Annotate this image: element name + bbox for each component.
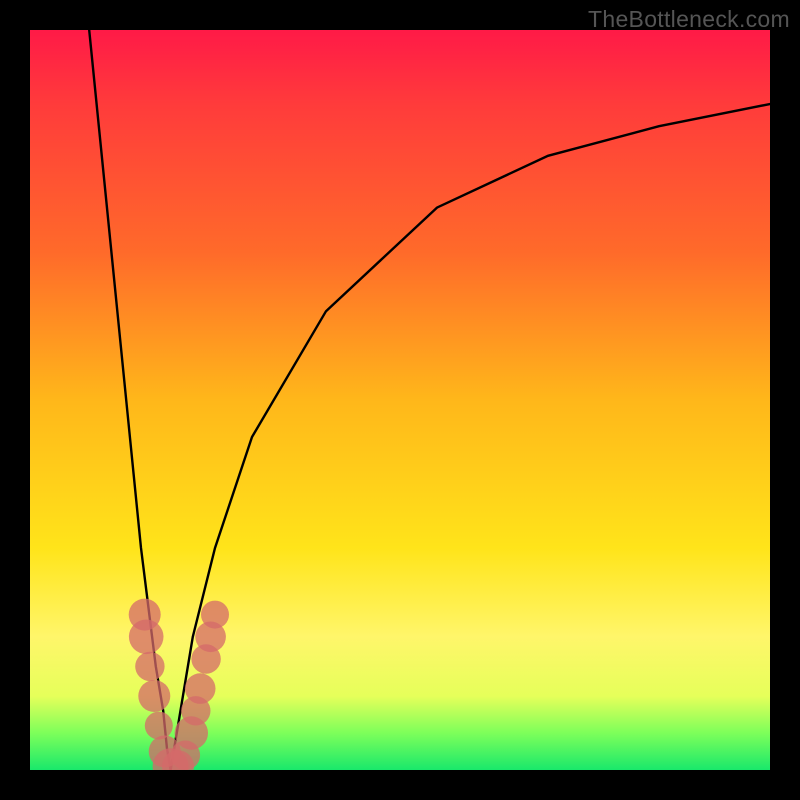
curve-right-branch	[171, 104, 770, 770]
scatter-dot	[129, 620, 164, 655]
chart-frame: TheBottleneck.com	[0, 0, 800, 800]
scatter-dot	[185, 673, 216, 704]
scatter-dot	[201, 601, 229, 629]
scatter-markers	[129, 599, 229, 770]
chart-plot-area	[30, 30, 770, 770]
scatter-dot	[145, 712, 173, 740]
scatter-dot	[135, 652, 164, 681]
chart-svg	[30, 30, 770, 770]
scatter-dot	[138, 680, 170, 712]
watermark-text: TheBottleneck.com	[588, 6, 790, 33]
